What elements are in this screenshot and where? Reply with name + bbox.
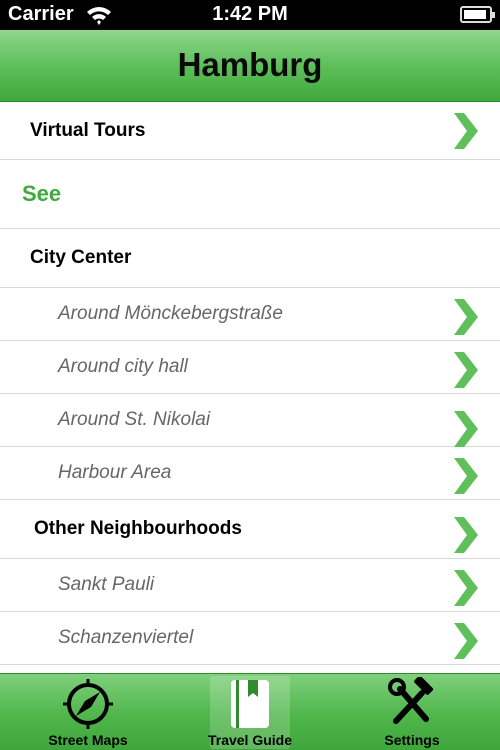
navigation-bar: Hamburg [0,30,500,102]
list-item[interactable]: Around St. Nikolai [0,394,500,447]
chevron-right-icon [452,620,480,662]
list-item-label: Around city hall [58,356,188,377]
list-item-label: Schanzenviertel [58,627,194,648]
section-header-see: See [0,160,500,229]
book-icon [222,677,278,731]
group-title: City Center [30,247,132,268]
list-item[interactable]: Around city hall [0,341,500,394]
tab-street-maps[interactable]: Street Maps [8,674,168,750]
battery-icon [460,6,495,23]
page-title: Hamburg [177,46,323,83]
group-title: Other Neighbourhoods [34,518,242,539]
guide-list: Virtual Tours See City Center Around Mön… [0,103,500,673]
chevron-right-icon [452,349,480,391]
list-item-label: Sankt Pauli [58,574,155,595]
clock: 1:42 PM [212,3,288,25]
list-item-virtual-tours[interactable]: Virtual Tours [0,103,500,160]
chevron-right-icon [452,296,480,338]
chevron-right-icon [452,514,480,556]
list-item-label: Harbour Area [58,462,172,483]
tab-bar: Street Maps Travel Guide Settings [0,673,500,750]
list-item[interactable]: Sankt Pauli [0,559,500,612]
chevron-right-icon [452,567,480,609]
compass-icon [60,677,116,731]
tab-label: Settings [384,732,440,748]
section-title: See [22,181,62,206]
tab-label: Street Maps [48,732,128,748]
list-item[interactable]: Around Mönckebergstraße [0,288,500,341]
list-item-label: Virtual Tours [30,120,146,141]
list-item-label: Around Mönckebergstraße [58,303,283,324]
list-item[interactable]: Harbour Area [0,447,500,500]
group-header-city-center: City Center [0,229,500,288]
tab-travel-guide[interactable]: Travel Guide [170,674,330,750]
list-item-label: Around St. Nikolai [58,409,211,430]
list-item[interactable]: Schanzenviertel [0,612,500,665]
chevron-right-icon [452,110,480,152]
chevron-right-icon [452,408,480,450]
group-header-other-neighbourhoods[interactable]: Other Neighbourhoods [0,500,500,559]
status-bar: Carrier 1:42 PM [0,0,500,30]
tools-icon [384,675,440,731]
tab-settings[interactable]: Settings [332,674,492,750]
chevron-right-icon [452,455,480,497]
tab-label: Travel Guide [207,732,293,748]
